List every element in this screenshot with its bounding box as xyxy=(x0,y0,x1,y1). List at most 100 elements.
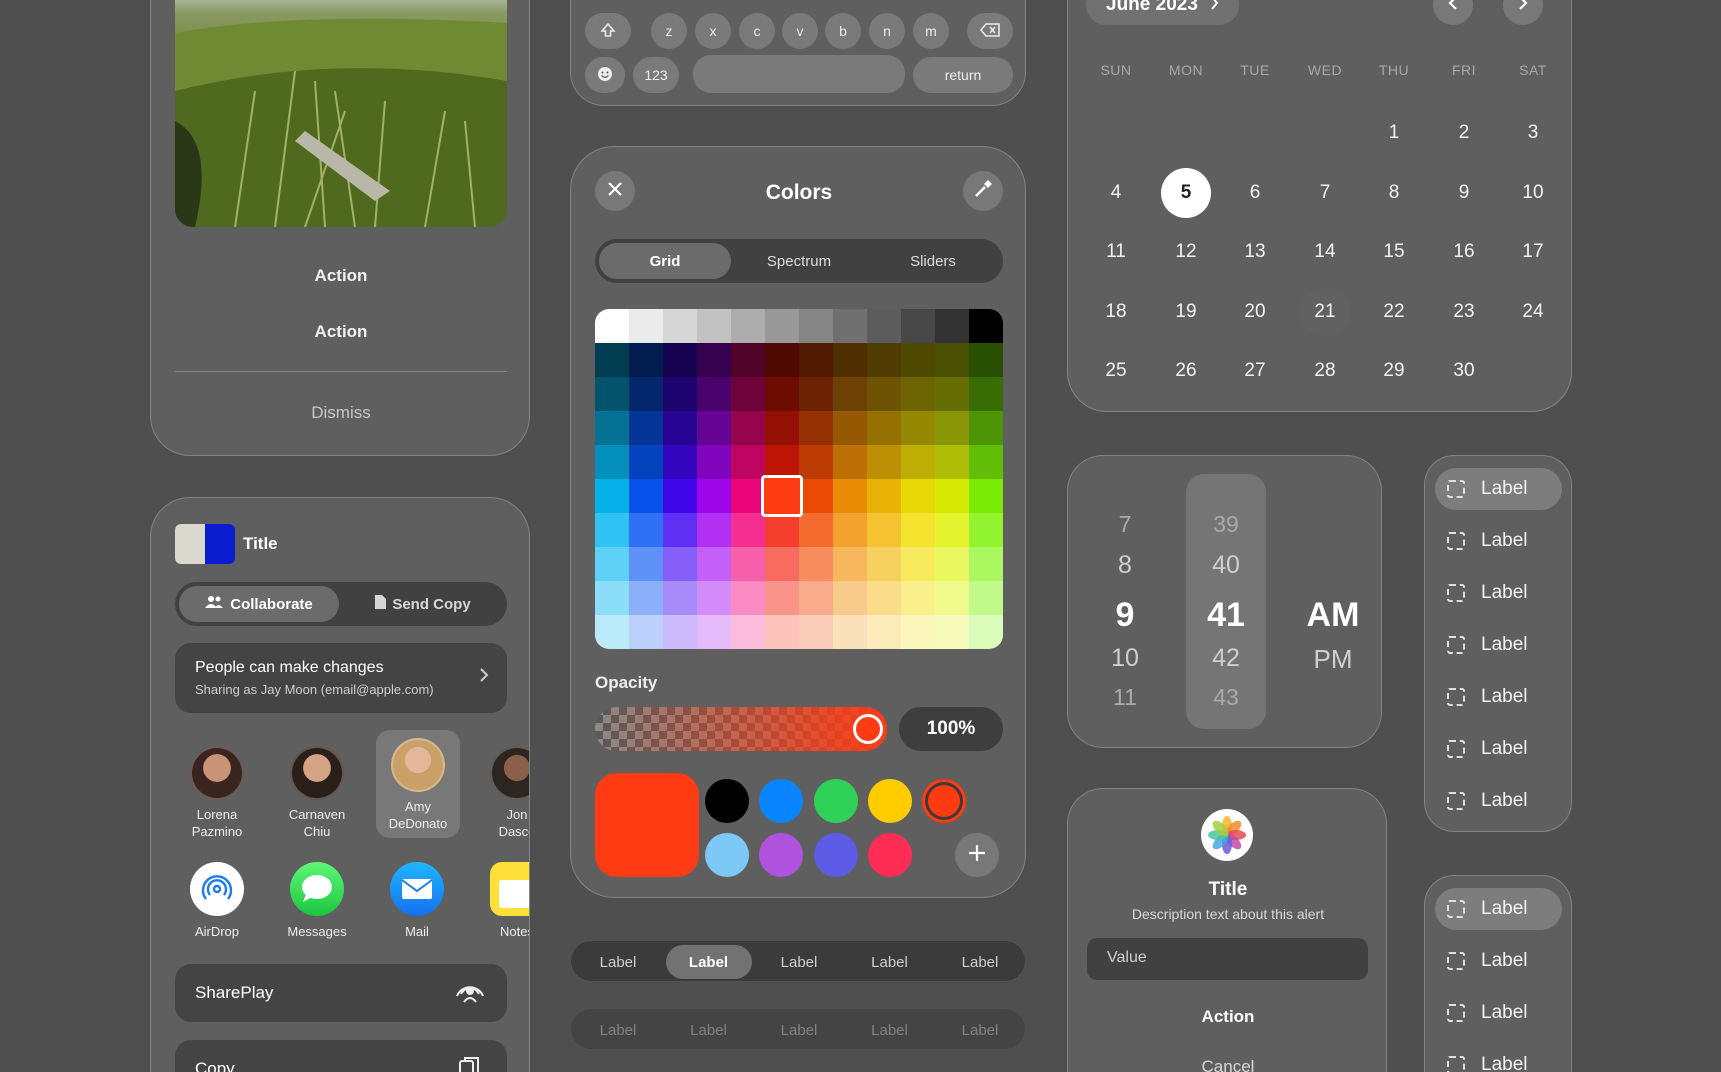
color-cell[interactable] xyxy=(799,547,833,581)
tab-item[interactable]: Label xyxy=(937,945,1023,979)
calendar-day[interactable]: 13 xyxy=(1230,227,1280,277)
alert-text-field[interactable]: Value xyxy=(1087,938,1368,980)
color-cell[interactable] xyxy=(765,445,799,479)
list-item[interactable]: Label xyxy=(1435,676,1562,718)
color-cell[interactable] xyxy=(697,343,731,377)
person-contact[interactable]: Carnaven Chiu xyxy=(267,738,367,840)
time-picker-value[interactable]: 8 xyxy=(1090,551,1160,580)
time-picker-value[interactable]: 42 xyxy=(1191,644,1261,673)
color-cell[interactable] xyxy=(867,377,901,411)
calendar-day[interactable]: 15 xyxy=(1369,227,1419,277)
tab-sliders[interactable]: Sliders xyxy=(867,243,999,279)
color-cell[interactable] xyxy=(901,479,935,513)
color-cell[interactable] xyxy=(731,581,765,615)
calendar-day[interactable]: 8 xyxy=(1369,168,1419,218)
calendar-day[interactable]: 14 xyxy=(1300,227,1350,277)
action-button[interactable]: Action xyxy=(151,322,529,342)
color-cell[interactable] xyxy=(901,581,935,615)
list-item[interactable]: Label xyxy=(1435,780,1562,822)
color-cell[interactable] xyxy=(833,615,867,649)
tab-item[interactable]: Label xyxy=(756,945,842,979)
time-picker-value[interactable]: 43 xyxy=(1191,684,1261,711)
key-b[interactable]: b xyxy=(825,13,861,49)
color-cell[interactable] xyxy=(969,513,1003,547)
color-swatch[interactable] xyxy=(814,779,858,823)
alert-cancel-button[interactable]: Cancel xyxy=(1068,1057,1386,1072)
color-cell[interactable] xyxy=(629,513,663,547)
list-item[interactable]: Label xyxy=(1435,728,1562,770)
color-cell[interactable] xyxy=(765,411,799,445)
color-cell[interactable] xyxy=(935,547,969,581)
color-cell[interactable] xyxy=(969,581,1003,615)
dismiss-button[interactable]: Dismiss xyxy=(151,403,529,423)
color-cell[interactable] xyxy=(969,411,1003,445)
key-x[interactable]: x xyxy=(695,13,731,49)
calendar-day[interactable]: 23 xyxy=(1439,287,1489,337)
color-cell[interactable] xyxy=(629,547,663,581)
color-cell[interactable] xyxy=(867,513,901,547)
color-cell[interactable] xyxy=(697,411,731,445)
color-cell[interactable] xyxy=(969,377,1003,411)
color-cell[interactable] xyxy=(833,581,867,615)
color-swatch[interactable] xyxy=(868,833,912,877)
calendar-day[interactable]: 10 xyxy=(1508,168,1558,218)
app-airdrop[interactable]: AirDrop xyxy=(167,862,267,939)
time-picker-value[interactable]: 40 xyxy=(1191,551,1261,580)
shift-key[interactable] xyxy=(585,13,631,49)
calendar-day[interactable]: 18 xyxy=(1091,287,1141,337)
color-cell[interactable] xyxy=(595,581,629,615)
color-cell[interactable] xyxy=(833,445,867,479)
color-cell[interactable] xyxy=(663,343,697,377)
tab-item[interactable]: Label xyxy=(756,1013,842,1047)
time-picker-value[interactable]: 9 xyxy=(1090,596,1160,635)
color-cell[interactable] xyxy=(765,581,799,615)
action-button[interactable]: Action xyxy=(151,266,529,286)
color-cell[interactable] xyxy=(799,343,833,377)
color-cell[interactable] xyxy=(697,377,731,411)
color-cell[interactable] xyxy=(969,343,1003,377)
list-item[interactable]: Label xyxy=(1435,940,1562,982)
color-cell[interactable] xyxy=(867,547,901,581)
color-cell[interactable] xyxy=(799,309,833,343)
time-picker-value[interactable]: 39 xyxy=(1191,511,1261,538)
person-contact[interactable]: Jon Dasco xyxy=(467,738,529,840)
color-cell[interactable] xyxy=(595,411,629,445)
color-cell[interactable] xyxy=(867,479,901,513)
color-swatch[interactable] xyxy=(922,779,966,823)
time-picker-value[interactable]: 10 xyxy=(1090,644,1160,673)
color-cell[interactable] xyxy=(629,377,663,411)
calendar-day[interactable]: 20 xyxy=(1230,287,1280,337)
permission-row[interactable]: People can make changes Sharing as Jay M… xyxy=(175,643,507,713)
calendar-day[interactable]: 25 xyxy=(1091,346,1141,396)
color-cell[interactable] xyxy=(901,445,935,479)
color-cell[interactable] xyxy=(765,309,799,343)
calendar-day[interactable]: 17 xyxy=(1508,227,1558,277)
color-cell[interactable] xyxy=(595,309,629,343)
copy-row[interactable]: Copy xyxy=(175,1040,507,1072)
calendar-day[interactable]: 16 xyxy=(1439,227,1489,277)
color-cell[interactable] xyxy=(935,309,969,343)
color-cell[interactable] xyxy=(595,513,629,547)
person-contact[interactable]: Lorena Pazmino xyxy=(167,738,267,840)
time-picker-value[interactable]: 11 xyxy=(1090,684,1160,711)
calendar-day-selected[interactable]: 5 xyxy=(1161,167,1211,218)
meridiem-value[interactable]: AM xyxy=(1293,596,1373,635)
key-z[interactable]: z xyxy=(651,13,687,49)
color-cell[interactable] xyxy=(799,615,833,649)
color-cell[interactable] xyxy=(901,615,935,649)
color-cell[interactable] xyxy=(867,445,901,479)
opacity-slider-thumb[interactable] xyxy=(853,714,883,744)
list-item[interactable]: Label xyxy=(1435,520,1562,562)
color-cell[interactable] xyxy=(595,445,629,479)
previous-month-button[interactable] xyxy=(1433,0,1473,25)
calendar-day[interactable]: 19 xyxy=(1161,287,1211,337)
key-v[interactable]: v xyxy=(782,13,818,49)
app-mail[interactable]: Mail xyxy=(367,862,467,939)
key-n[interactable]: n xyxy=(869,13,905,49)
color-cell[interactable] xyxy=(731,513,765,547)
color-cell[interactable] xyxy=(833,411,867,445)
color-cell[interactable] xyxy=(663,615,697,649)
color-cell[interactable] xyxy=(935,445,969,479)
calendar-day-today[interactable]: 21 xyxy=(1300,286,1350,337)
color-cell[interactable] xyxy=(833,479,867,513)
